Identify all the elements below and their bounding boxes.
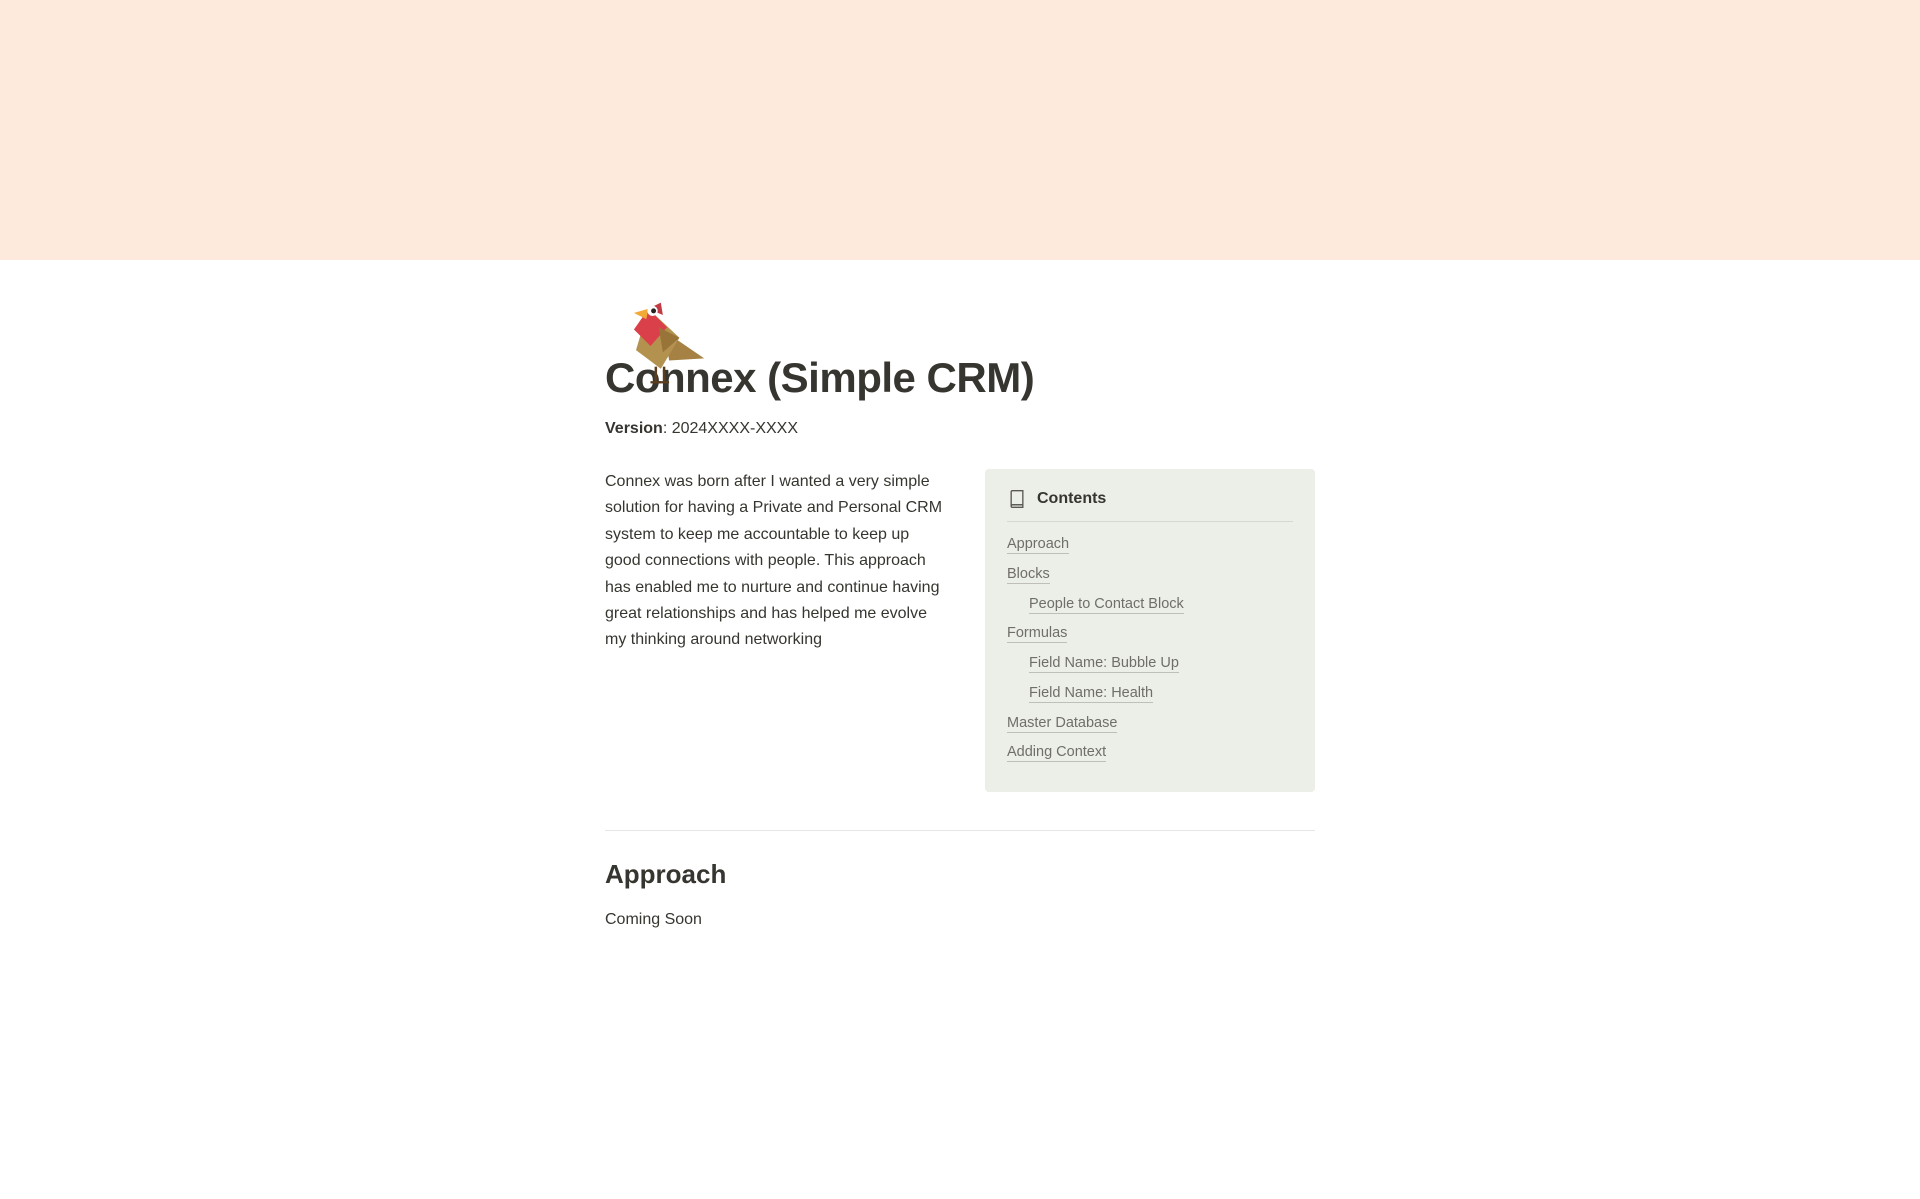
divider: [605, 830, 1315, 831]
toc-link-formulas[interactable]: Formulas: [1007, 625, 1067, 643]
cover-banner: [0, 0, 1920, 260]
toc-link-approach[interactable]: Approach: [1007, 536, 1069, 554]
toc-item: Approach: [1007, 534, 1293, 556]
toc-link-master-database[interactable]: Master Database: [1007, 715, 1117, 733]
toc-link-field-health[interactable]: Field Name: Health: [1029, 685, 1153, 703]
intro-paragraph: Connex was born after I wanted a very si…: [605, 469, 947, 654]
section-body-approach: Coming Soon: [605, 908, 1315, 932]
toc-item: Master Database: [1007, 713, 1293, 735]
toc-item: Field Name: Health: [1007, 683, 1293, 705]
toc-item: Adding Context: [1007, 742, 1293, 764]
toc-item: Field Name: Bubble Up: [1007, 653, 1293, 675]
toc-link-blocks[interactable]: Blocks: [1007, 566, 1050, 584]
toc-item: Blocks: [1007, 564, 1293, 586]
toc-link-people-to-contact-block[interactable]: People to Contact Block: [1029, 596, 1184, 614]
table-of-contents: Contents Approach Blocks People to Conta…: [985, 469, 1315, 792]
version-label: Version: [605, 420, 663, 437]
toc-list: Approach Blocks People to Contact Block …: [1007, 534, 1293, 764]
toc-item: People to Contact Block: [1007, 594, 1293, 616]
toc-header: Contents: [1007, 487, 1293, 522]
toc-link-adding-context[interactable]: Adding Context: [1007, 744, 1106, 762]
page-content: Connex (Simple CRM) Version: 2024XXXX-XX…: [605, 346, 1315, 992]
toc-item: Formulas: [1007, 623, 1293, 645]
toc-title: Contents: [1037, 487, 1106, 511]
book-icon: [1007, 489, 1027, 509]
version-line: Version: 2024XXXX-XXXX: [605, 417, 1315, 441]
toc-link-field-bubble-up[interactable]: Field Name: Bubble Up: [1029, 655, 1179, 673]
version-value: 2024XXXX-XXXX: [672, 420, 798, 437]
page-icon-bird: [605, 284, 729, 408]
section-heading-approach: Approach: [605, 855, 1315, 894]
